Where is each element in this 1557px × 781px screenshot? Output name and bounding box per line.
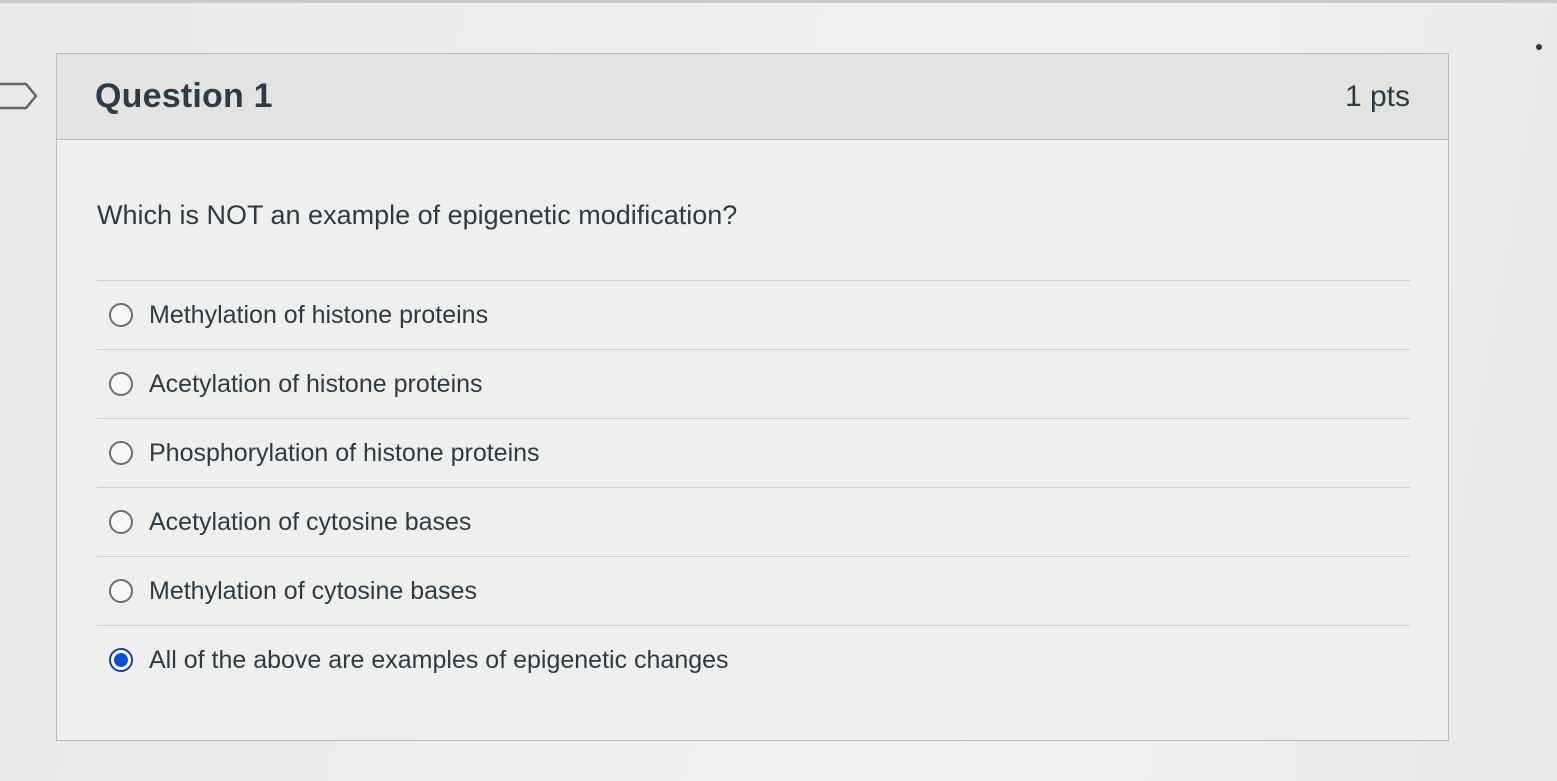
answer-label[interactable]: Methylation of histone proteins: [149, 301, 488, 330]
radio-button[interactable]: [109, 303, 133, 327]
answer-option[interactable]: Methylation of cytosine bases: [97, 556, 1410, 625]
answer-option[interactable]: Methylation of histone proteins: [97, 280, 1410, 349]
answer-label[interactable]: Phosphorylation of histone proteins: [149, 439, 540, 468]
answer-option[interactable]: Acetylation of histone proteins: [97, 349, 1410, 418]
answer-label[interactable]: Methylation of cytosine bases: [149, 577, 477, 606]
question-text: Which is NOT an example of epigenetic mo…: [97, 200, 738, 230]
answer-option-selected[interactable]: All of the above are examples of epigene…: [97, 625, 1410, 694]
question-points: 1 pts: [1344, 79, 1410, 113]
answer-label[interactable]: Acetylation of cytosine bases: [149, 508, 471, 537]
radio-button[interactable]: [109, 441, 133, 465]
radio-button-selected[interactable]: [109, 648, 133, 672]
answer-label[interactable]: All of the above are examples of epigene…: [149, 646, 729, 675]
question-header: Question 1 1 pts: [57, 54, 1448, 140]
top-divider: [0, 0, 1557, 3]
question-body: Which is NOT an example of epigenetic mo…: [57, 140, 1448, 694]
radio-button[interactable]: [109, 510, 133, 534]
question-card: Question 1 1 pts Which is NOT an example…: [56, 53, 1449, 741]
bookmark-flag-icon[interactable]: [0, 82, 40, 110]
answer-option[interactable]: Phosphorylation of histone proteins: [97, 418, 1410, 487]
answer-label[interactable]: Acetylation of histone proteins: [149, 370, 483, 399]
question-title: Question 1: [95, 77, 273, 115]
stray-dot: [1536, 44, 1542, 50]
radio-button[interactable]: [109, 372, 133, 396]
radio-button[interactable]: [109, 579, 133, 603]
answer-list: Methylation of histone proteins Acetylat…: [97, 280, 1410, 694]
answer-option[interactable]: Acetylation of cytosine bases: [97, 487, 1410, 556]
page: Question 1 1 pts Which is NOT an example…: [0, 0, 1557, 781]
